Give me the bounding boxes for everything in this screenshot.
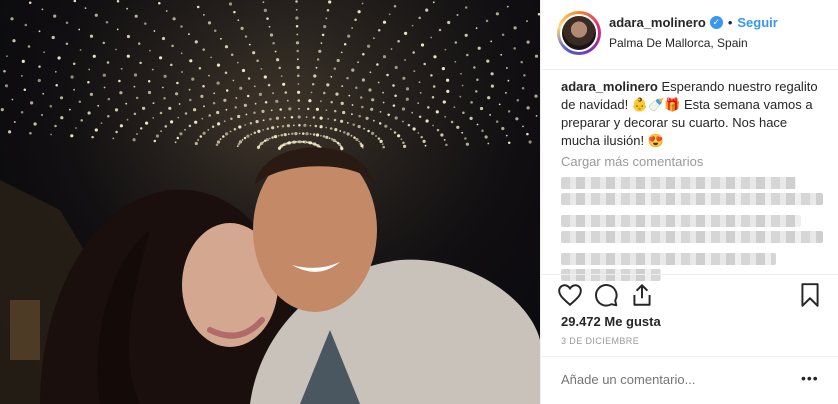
- heart-icon[interactable]: [557, 282, 583, 308]
- post-date[interactable]: 3 DE DICIEMBRE: [561, 336, 639, 346]
- blurred-comment-row: [561, 253, 776, 265]
- caption-username[interactable]: adara_molinero: [561, 79, 658, 94]
- add-comment-input[interactable]: [561, 372, 791, 387]
- follow-button[interactable]: Seguir: [737, 15, 777, 30]
- blurred-comment-row: [561, 231, 823, 243]
- post-header: adara_molinero ✓ • Seguir Palma De Mallo…: [541, 0, 838, 70]
- load-more-comments-link[interactable]: Cargar más comentarios: [561, 154, 823, 169]
- blurred-comment-row: [561, 215, 801, 227]
- divider: [541, 356, 838, 357]
- likes-count[interactable]: 29.472 Me gusta: [561, 314, 661, 329]
- selfie-photo-graphic: [0, 0, 540, 404]
- blurred-comments: [561, 177, 823, 281]
- author-line: adara_molinero ✓ • Seguir: [609, 15, 778, 30]
- post-photo[interactable]: [0, 0, 540, 404]
- separator-dot: •: [727, 15, 733, 30]
- blurred-comment-row: [561, 269, 661, 281]
- location-link[interactable]: Palma De Mallorca, Spain: [609, 36, 748, 50]
- instagram-post: adara_molinero ✓ • Seguir Palma De Mallo…: [0, 0, 838, 404]
- comment-icon[interactable]: [593, 282, 619, 308]
- blurred-comment-row: [561, 177, 796, 189]
- post-caption: adara_molinero Esperando nuestro regalit…: [561, 78, 823, 150]
- share-icon[interactable]: [629, 282, 655, 308]
- divider: [541, 274, 838, 275]
- post-side-panel: adara_molinero ✓ • Seguir Palma De Mallo…: [540, 0, 838, 404]
- comments-section: adara_molinero Esperando nuestro regalit…: [561, 78, 823, 281]
- more-options-icon[interactable]: •••: [801, 370, 819, 386]
- bookmark-icon[interactable]: [797, 282, 823, 308]
- action-bar: [557, 282, 823, 310]
- avatar-story-ring[interactable]: [557, 11, 601, 55]
- verified-badge-icon: ✓: [709, 16, 723, 29]
- blurred-comment-row: [561, 193, 823, 205]
- avatar[interactable]: [560, 14, 598, 52]
- author-username[interactable]: adara_molinero: [609, 15, 706, 30]
